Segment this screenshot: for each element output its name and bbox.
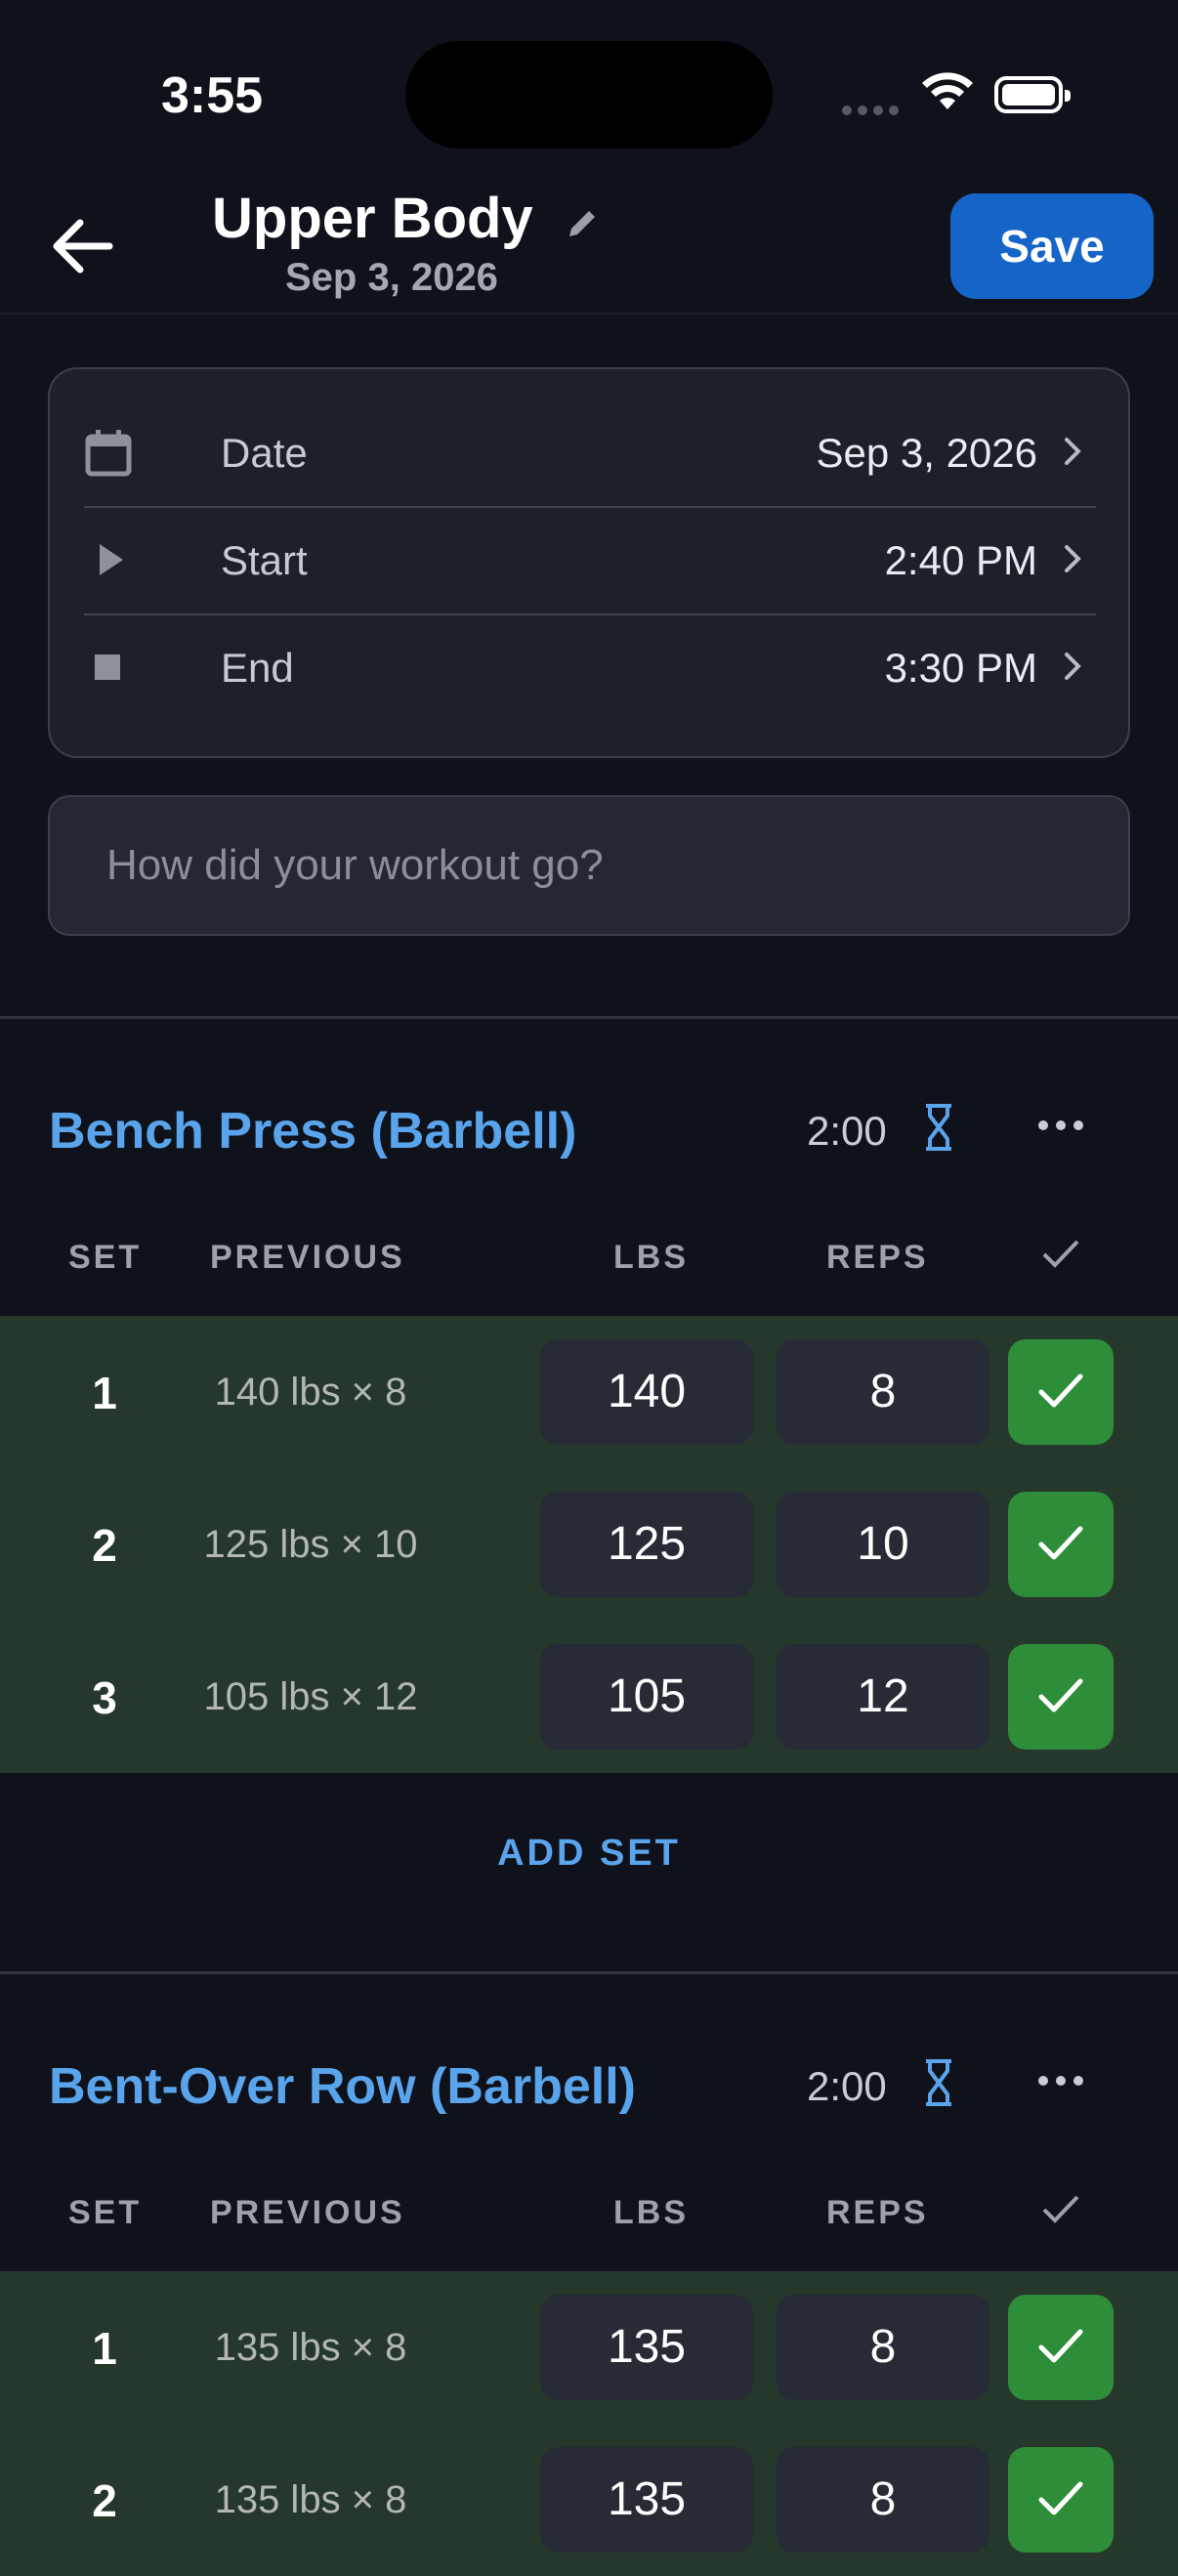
calendar-icon — [85, 430, 132, 477]
more-options-icon[interactable] — [1035, 1116, 1086, 1135]
weight-input[interactable]: 135 — [540, 2295, 753, 2400]
set-number[interactable]: 2 — [90, 1519, 119, 1572]
start-label: Start — [221, 537, 308, 583]
column-header-reps: REPS — [826, 2194, 929, 2231]
previous-value[interactable]: 125 lbs × 10 — [164, 1523, 457, 1567]
status-time: 3:55 — [161, 67, 264, 124]
status-bar: 3:55 — [0, 0, 1178, 186]
hourglass-icon[interactable] — [922, 1102, 955, 1153]
checkmark-icon — [1038, 2329, 1083, 2363]
reps-input[interactable]: 8 — [777, 1339, 989, 1445]
battery-icon — [994, 76, 1071, 113]
weight-input[interactable]: 135 — [540, 2447, 753, 2553]
hourglass-icon[interactable] — [922, 2057, 955, 2108]
end-label: End — [221, 645, 294, 691]
set-row: 2 125 lbs × 10 125 10 — [0, 1468, 1178, 1621]
workout-date-subtitle: Sep 3, 2026 — [285, 256, 498, 299]
column-header-lbs: LBS — [613, 1239, 689, 1276]
column-header-reps: REPS — [826, 1239, 929, 1276]
checkmark-icon — [1038, 1526, 1083, 1560]
pencil-icon[interactable] — [564, 203, 603, 242]
section-divider — [0, 1016, 1178, 1019]
checkmark-icon — [1038, 1373, 1083, 1408]
end-value: 3:30 PM — [884, 645, 1037, 691]
complete-set-button[interactable] — [1008, 2295, 1114, 2400]
wifi-icon — [922, 72, 973, 109]
dynamic-island — [405, 41, 773, 148]
complete-set-button[interactable] — [1008, 2447, 1114, 2553]
date-value: Sep 3, 2026 — [816, 430, 1037, 476]
column-header-previous: PREVIOUS — [210, 2194, 405, 2231]
exercise-name[interactable]: Bench Press (Barbell) — [49, 1102, 576, 1161]
add-set-button[interactable]: ADD SET — [0, 1833, 1178, 1875]
weight-input[interactable]: 140 — [540, 1339, 753, 1445]
previous-value[interactable]: 140 lbs × 8 — [164, 1371, 457, 1415]
workout-header: Upper Body Sep 3, 2026 Save — [0, 186, 1178, 315]
workout-notes-input[interactable] — [48, 795, 1130, 936]
column-header-set: SET — [68, 2194, 143, 2231]
checkmark-header-icon — [1042, 2195, 1079, 2223]
back-arrow-icon[interactable] — [49, 215, 117, 277]
start-value: 2:40 PM — [884, 537, 1037, 583]
rest-timer[interactable]: 2:00 — [807, 1108, 887, 1155]
checkmark-icon — [1038, 2481, 1083, 2515]
cellular-signal-icon — [842, 103, 905, 120]
previous-value[interactable]: 105 lbs × 12 — [164, 1675, 457, 1719]
checkmark-header-icon — [1042, 1240, 1079, 1268]
exercise-name[interactable]: Bent-Over Row (Barbell) — [49, 2057, 636, 2116]
section-divider — [0, 1971, 1178, 1974]
stop-icon — [95, 655, 120, 680]
column-header-previous: PREVIOUS — [210, 1239, 405, 1276]
set-number[interactable]: 1 — [90, 2322, 119, 2375]
previous-value[interactable]: 135 lbs × 8 — [164, 2478, 457, 2522]
complete-set-button[interactable] — [1008, 1644, 1114, 1750]
chevron-right-icon — [1065, 653, 1081, 680]
workout-title[interactable]: Upper Body — [212, 186, 533, 251]
chevron-right-icon — [1065, 438, 1081, 465]
complete-set-button[interactable] — [1008, 1492, 1114, 1597]
set-number[interactable]: 2 — [90, 2474, 119, 2527]
start-row[interactable]: Start 2:40 PM — [84, 506, 1096, 615]
set-row: 1 135 lbs × 8 135 8 — [0, 2271, 1178, 2424]
more-options-icon[interactable] — [1035, 2071, 1086, 2090]
set-number[interactable]: 1 — [90, 1367, 119, 1419]
reps-input[interactable]: 8 — [777, 2295, 989, 2400]
chevron-right-icon — [1065, 545, 1081, 572]
column-header-set: SET — [68, 1239, 143, 1276]
checkmark-icon — [1038, 1678, 1083, 1712]
end-row[interactable]: End 3:30 PM — [84, 613, 1096, 721]
reps-input[interactable]: 8 — [777, 2447, 989, 2553]
complete-set-button[interactable] — [1008, 1339, 1114, 1445]
set-row: 2 135 lbs × 8 135 8 — [0, 2424, 1178, 2576]
rest-timer[interactable]: 2:00 — [807, 2063, 887, 2110]
date-row[interactable]: Date Sep 3, 2026 — [84, 399, 1096, 508]
reps-input[interactable]: 12 — [777, 1644, 989, 1750]
weight-input[interactable]: 125 — [540, 1492, 753, 1597]
set-number[interactable]: 3 — [90, 1671, 119, 1724]
set-row: 3 105 lbs × 12 105 12 — [0, 1621, 1178, 1773]
previous-value[interactable]: 135 lbs × 8 — [164, 2326, 457, 2370]
workout-time-card: Date Sep 3, 2026 Start 2:40 PM End 3:30 … — [48, 367, 1130, 758]
date-label: Date — [221, 430, 308, 476]
save-button[interactable]: Save — [950, 193, 1154, 299]
set-row: 1 140 lbs × 8 140 8 — [0, 1316, 1178, 1468]
column-header-lbs: LBS — [613, 2194, 689, 2231]
play-icon — [100, 544, 123, 575]
weight-input[interactable]: 105 — [540, 1644, 753, 1750]
reps-input[interactable]: 10 — [777, 1492, 989, 1597]
